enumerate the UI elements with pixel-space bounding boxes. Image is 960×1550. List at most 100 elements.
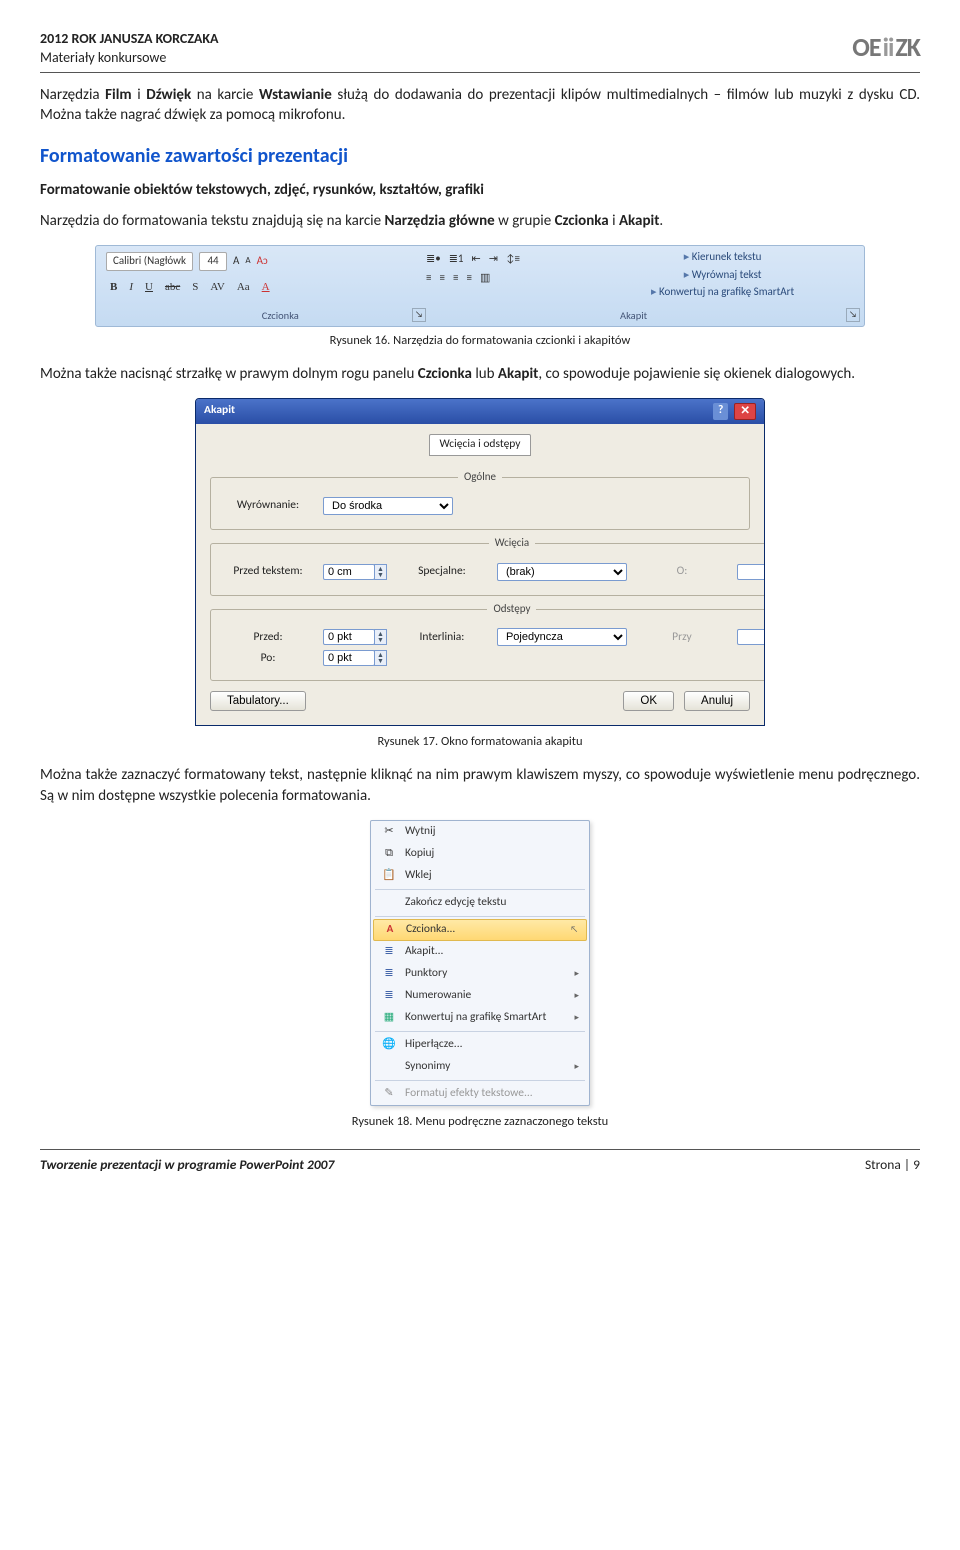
indent-right-icon[interactable]: ⇥: [489, 252, 498, 267]
columns-icon[interactable]: ▥: [480, 271, 490, 286]
tab-wciecia-odstepy[interactable]: Wcięcia i odstępy: [429, 434, 532, 456]
menu-format-text-effects[interactable]: ✎Formatuj efekty tekstowe...: [371, 1083, 589, 1105]
convert-smartart-button[interactable]: Konwertuj na grafikę SmartArt: [651, 285, 794, 300]
heading-formatowanie: Formatowanie zawartości prezentacji: [40, 143, 920, 170]
label-po: Po:: [223, 651, 313, 667]
menu-wytnij[interactable]: ✂Wytnij: [371, 821, 589, 843]
bullets-icon: ≣: [381, 966, 397, 982]
font-size-combo[interactable]: 44: [199, 252, 227, 271]
tabulatory-button[interactable]: Tabulatory...: [210, 691, 306, 711]
spinner-icon[interactable]: ▲▼: [374, 650, 387, 666]
header-subtitle: Materiały konkursowe: [40, 49, 219, 68]
char-spacing-icon[interactable]: AV: [206, 278, 228, 297]
group-label-font: Czcionka: [96, 309, 465, 323]
ok-button[interactable]: OK: [623, 691, 674, 711]
cancel-button[interactable]: Anuluj: [684, 691, 750, 711]
indent-left-icon[interactable]: ⇤: [472, 252, 481, 267]
label-o: O:: [637, 564, 727, 580]
copy-icon: ⧉: [381, 846, 397, 862]
close-icon[interactable]: ✕: [734, 403, 756, 421]
align-justify-icon[interactable]: ≡: [466, 271, 471, 286]
label-specjalne: Specjalne:: [397, 564, 487, 580]
header-title: 2012 ROK JANUSZA KORCZAKA: [40, 30, 219, 49]
label-interlinia: Interlinia:: [397, 630, 487, 646]
dialog-launcher-font-icon[interactable]: ↘: [412, 308, 426, 322]
line-spacing-icon[interactable]: ↕≡: [506, 252, 520, 267]
input-przed-tekstem[interactable]: [323, 564, 375, 580]
italic-icon[interactable]: I: [125, 278, 137, 297]
menu-numerowanie[interactable]: ≣Numerowanie▸: [371, 985, 589, 1007]
ribbon-font-paragraph: Calibri (Nagłówk 44 A A Aↄ B I U abc S A…: [95, 245, 865, 327]
label-wyrownanie: Wyrównanie:: [223, 498, 313, 514]
menu-akapit[interactable]: ≣Akapit...: [371, 941, 589, 963]
smartart-icon: ▦: [381, 1010, 397, 1026]
text-direction-button[interactable]: Kierunek tekstu: [651, 250, 794, 265]
menu-separator: [375, 1080, 585, 1081]
hyperlink-icon: 🌐: [381, 1037, 397, 1053]
font-color-icon[interactable]: A: [258, 278, 274, 297]
header-left: 2012 ROK JANUSZA KORCZAKA Materiały konk…: [40, 30, 219, 68]
strike-icon[interactable]: abc: [161, 278, 184, 297]
label-przy: Przy: [637, 630, 727, 646]
subheading: Formatowanie obiektów tekstowych, zdjęć,…: [40, 180, 920, 200]
change-case-icon-2[interactable]: Aa: [233, 278, 254, 297]
menu-punktory[interactable]: ≣Punktory▸: [371, 963, 589, 985]
dialog-titlebar[interactable]: Akapit ? ✕: [196, 399, 764, 425]
chevron-right-icon: ▸: [574, 968, 579, 980]
align-text-button[interactable]: Wyrównaj tekst: [651, 268, 794, 283]
group-wciecia: Wcięcia Przed tekstem: ▲▼ Specjalne: (br…: [210, 536, 765, 596]
input-przed[interactable]: [323, 629, 375, 645]
bold-icon[interactable]: B: [106, 278, 121, 297]
spinner-icon[interactable]: ▲▼: [374, 629, 387, 645]
input-o: [737, 564, 765, 580]
bullets-icon[interactable]: ≣•: [426, 252, 441, 267]
menu-czcionka[interactable]: ACzcionka...↖: [373, 919, 587, 941]
page-footer: Tworzenie prezentacji w programie PowerP…: [40, 1149, 920, 1174]
spinner-icon[interactable]: ▲▼: [374, 564, 387, 580]
numbering-icon: ≣: [381, 988, 397, 1004]
help-icon[interactable]: ?: [713, 403, 728, 421]
menu-synonimy[interactable]: Synonimy▸: [371, 1056, 589, 1078]
figure-17-caption: Rysunek 17. Okno formatowania akapitu: [40, 734, 920, 751]
page-header: 2012 ROK JANUSZA KORCZAKA Materiały konk…: [40, 30, 920, 73]
menu-smartart[interactable]: ▦Konwertuj na grafikę SmartArt▸: [371, 1007, 589, 1029]
input-przy: [737, 629, 765, 645]
underline-icon[interactable]: U: [141, 278, 157, 297]
chevron-right-icon: ▸: [574, 1012, 579, 1024]
dialog-title: Akapit: [204, 403, 235, 421]
paragraph-4: Można także zaznaczyć formatowany tekst,…: [40, 765, 920, 806]
footer-right: Strona | 9: [865, 1156, 920, 1174]
menu-separator: [375, 1031, 585, 1032]
menu-kopiuj[interactable]: ⧉Kopiuj: [371, 843, 589, 865]
select-wyrownanie[interactable]: Do środka: [323, 497, 453, 515]
dialog-launcher-paragraph-icon[interactable]: ↘: [846, 308, 860, 322]
input-po[interactable]: [323, 650, 375, 666]
paste-icon: 📋: [381, 868, 397, 884]
paragraph-3: Można także nacisnąć strzałkę w prawym d…: [40, 364, 920, 384]
figure-16: Calibri (Nagłówk 44 A A Aↄ B I U abc S A…: [40, 245, 920, 350]
font-name-combo[interactable]: Calibri (Nagłówk: [106, 252, 193, 271]
numbering-icon[interactable]: ≣1: [449, 252, 464, 267]
align-left-icon[interactable]: ≡: [426, 271, 431, 286]
shadow-icon[interactable]: S: [188, 278, 202, 297]
context-menu: ✂Wytnij ⧉Kopiuj 📋Wklej Zakończ edycję te…: [370, 820, 590, 1106]
select-interlinia[interactable]: Pojedyncza: [497, 628, 627, 646]
figure-18: ✂Wytnij ⧉Kopiuj 📋Wklej Zakończ edycję te…: [40, 820, 920, 1131]
paragraph-2: Narzędzia do formatowania tekstu znajduj…: [40, 211, 920, 231]
paragraph-1: Narzędzia Film i Dźwięk na karcie Wstawi…: [40, 85, 920, 126]
figure-17: Akapit ? ✕ Wcięcia i odstępy Ogólne Wyró…: [40, 398, 920, 751]
group-label-paragraph: Akapit: [465, 309, 803, 323]
text-effects-icon: ✎: [381, 1086, 397, 1102]
align-center-icon[interactable]: ≡: [439, 271, 444, 286]
menu-wklej[interactable]: 📋Wklej: [371, 865, 589, 887]
align-right-icon[interactable]: ≡: [453, 271, 458, 286]
select-specjalne[interactable]: (brak): [497, 563, 627, 581]
menu-hiperlacze[interactable]: 🌐Hiperłącze...: [371, 1034, 589, 1056]
group-ogolne: Ogólne Wyrównanie: Do środka: [210, 470, 750, 530]
grow-font-icon[interactable]: A: [233, 254, 239, 269]
change-case-icon[interactable]: Aↄ: [257, 254, 268, 269]
figure-16-caption: Rysunek 16. Narzędzia do formatowania cz…: [40, 333, 920, 350]
logo-oeiizk: OEiiZK: [852, 30, 920, 65]
menu-zakoncz-edycje[interactable]: Zakończ edycję tekstu: [371, 892, 589, 914]
shrink-font-icon[interactable]: A: [245, 255, 250, 267]
